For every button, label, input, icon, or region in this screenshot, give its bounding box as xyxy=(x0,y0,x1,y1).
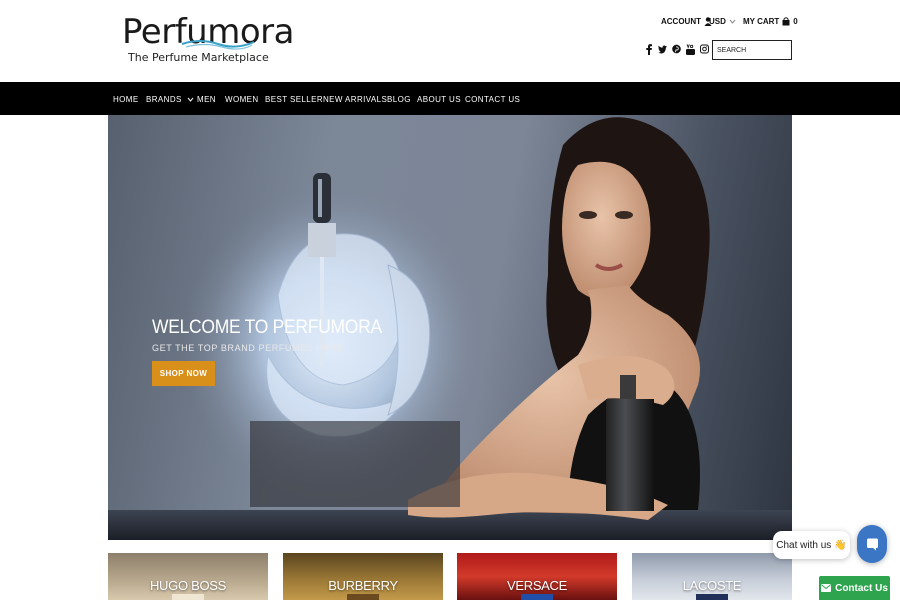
brand-tile-versace[interactable]: VERSACE xyxy=(457,553,617,600)
site-header: Perfumora The Perfume Marketplace ACCOUN… xyxy=(0,0,900,82)
hero-caption-panel xyxy=(250,421,460,507)
chat-launcher-button[interactable] xyxy=(857,525,887,563)
tile-product-chip xyxy=(521,594,553,600)
currency-selector[interactable]: USD xyxy=(709,14,736,28)
nav-item-contact-us[interactable]: CONTACT US xyxy=(465,95,520,104)
chevron-down-icon xyxy=(187,98,194,103)
contact-us-label: Contact Us xyxy=(835,582,888,594)
nav-item-women[interactable]: WOMEN xyxy=(225,95,259,104)
brand-tile-burberry[interactable]: BURBERRY xyxy=(283,553,443,600)
logo-tagline: The Perfume Marketplace xyxy=(128,51,269,64)
account-link[interactable]: ACCOUNT xyxy=(661,14,712,28)
brand-tile-hugo-boss[interactable]: HUGO BOSS xyxy=(108,553,268,600)
cart-link[interactable]: MY CART 0 xyxy=(743,14,798,28)
wave-emoji-icon: 👋 xyxy=(834,539,847,551)
social-links xyxy=(644,42,709,56)
facebook-icon[interactable] xyxy=(644,43,653,55)
nav-item-brands[interactable]: BRANDS xyxy=(146,95,194,104)
instagram-icon[interactable] xyxy=(700,43,709,55)
brand-tile-label: LACOSTE xyxy=(682,578,742,593)
nav-item-men[interactable]: MEN xyxy=(197,95,216,104)
twitter-icon[interactable] xyxy=(658,43,667,55)
chat-bubble-icon xyxy=(866,538,878,550)
youtube-icon[interactable] xyxy=(686,43,695,55)
brand-tile-label: BURBERRY xyxy=(328,578,398,593)
nav-item-brands-label: BRANDS xyxy=(146,95,182,104)
chevron-down-icon xyxy=(729,19,736,24)
brand-tile-lacoste[interactable]: LACOSTE xyxy=(632,553,792,600)
cart-count: 0 xyxy=(793,16,798,26)
main-nav: HOME BRANDS MEN WOMEN BEST SELLER NEW AR… xyxy=(0,82,900,115)
brand-tile-label: HUGO BOSS xyxy=(149,578,227,593)
hero-title: WELCOME TO PERFUMORA xyxy=(152,317,382,338)
chat-prompt-bubble[interactable]: Chat with us 👋 xyxy=(773,531,850,559)
search-input[interactable] xyxy=(712,40,792,60)
tile-product-chip xyxy=(172,594,204,600)
shop-now-button[interactable]: SHOP NOW xyxy=(152,361,215,386)
logo-wave-icon xyxy=(181,40,255,50)
site-logo[interactable]: Perfumora The Perfume Marketplace xyxy=(120,12,294,68)
nav-item-about-us[interactable]: ABOUT US xyxy=(417,95,461,104)
nav-item-home[interactable]: HOME xyxy=(113,95,139,104)
hero-subtitle: GET THE TOP BRAND PERFUMES HERE xyxy=(152,343,344,353)
chat-prompt-label: Chat with us xyxy=(776,539,832,551)
currency-value: USD xyxy=(709,16,726,26)
tile-product-chip xyxy=(347,594,379,600)
tile-product-chip xyxy=(696,594,728,600)
cart-bag-icon xyxy=(782,16,790,25)
contact-us-button[interactable]: Contact Us xyxy=(819,576,890,600)
nav-item-new-arrivals[interactable]: NEW ARRIVALS xyxy=(323,95,387,104)
pinterest-icon[interactable] xyxy=(672,43,681,55)
nav-item-blog[interactable]: BLOG xyxy=(387,95,411,104)
cart-label: MY CART xyxy=(743,16,780,26)
brand-tile-label: VERSACE xyxy=(506,578,568,593)
nav-item-best-seller[interactable]: BEST SELLER xyxy=(265,95,323,104)
account-label: ACCOUNT xyxy=(661,16,701,26)
envelope-icon xyxy=(821,584,832,592)
